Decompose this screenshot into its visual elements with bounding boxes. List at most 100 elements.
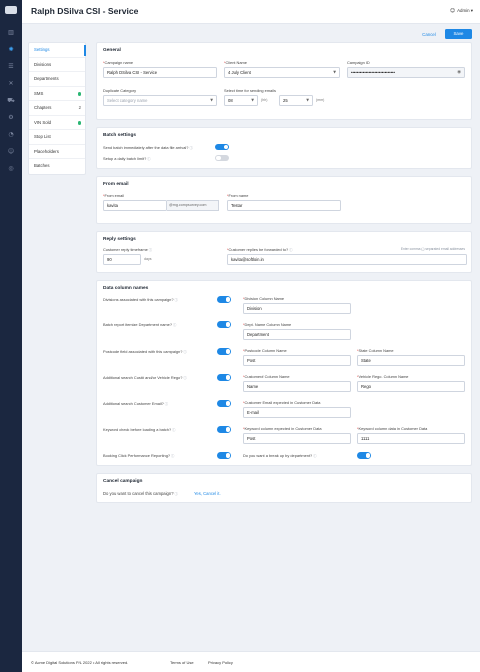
rego-column-input[interactable]: Rego bbox=[357, 381, 465, 392]
division-column-input[interactable]: Division bbox=[243, 303, 351, 314]
state-column-input[interactable]: State bbox=[357, 355, 465, 366]
keyword-check-question: Keyword check before loading a batch?ⓘ bbox=[103, 427, 176, 432]
subnav-label: Batches bbox=[34, 163, 50, 168]
subnav-item-settings[interactable]: Settings bbox=[29, 43, 86, 58]
app-logo bbox=[5, 6, 17, 14]
info-icon: ⓘ bbox=[183, 350, 187, 354]
page-title: Ralph DSilva CSI - Service bbox=[31, 6, 139, 16]
chevron-down-icon: ▼ bbox=[333, 70, 336, 74]
postcode-toggle[interactable] bbox=[217, 348, 231, 355]
from-email-card: From email *From email kavita @mg.compsu… bbox=[96, 176, 472, 224]
info-icon: ⓘ bbox=[172, 428, 176, 432]
forward-email-input[interactable]: kavita@softloin.in bbox=[227, 254, 467, 265]
reply-heading: Reply settings bbox=[103, 237, 136, 242]
subnav-item-batches[interactable]: Batches bbox=[29, 159, 85, 174]
duplicate-category-select[interactable]: Select category name ▼ bbox=[103, 95, 217, 106]
eye-icon[interactable]: ◉ bbox=[457, 68, 461, 77]
hour-unit: (hh) bbox=[261, 98, 268, 102]
gauge-icon[interactable]: ◔ bbox=[0, 126, 22, 143]
target-icon[interactable]: ◎ bbox=[0, 160, 22, 177]
reply-timeframe-input[interactable]: 90 bbox=[103, 254, 141, 265]
send-time-label: Select time for sending emails bbox=[224, 88, 276, 93]
duplicate-category-placeholder: Select category name bbox=[107, 98, 148, 103]
booking-click-toggle[interactable] bbox=[217, 452, 231, 459]
state-column-label: *State Column Name bbox=[357, 348, 394, 353]
user-menu[interactable]: ☺ Admin ▾ bbox=[450, 8, 473, 14]
campaign-icon[interactable]: ✺ bbox=[0, 41, 22, 58]
cancel-campaign-link[interactable]: Yes, Cancel it. bbox=[194, 491, 221, 496]
reply-timeframe-label: Customer reply timeframeⓘ bbox=[103, 247, 153, 252]
hour-select[interactable]: 08 ▼ bbox=[224, 95, 258, 106]
subnav-item-placeholders[interactable]: Placeholders bbox=[29, 145, 85, 159]
chevron-down-icon: ▼ bbox=[306, 98, 309, 102]
cust-email-toggle[interactable] bbox=[217, 400, 231, 407]
cust-rego-toggle[interactable] bbox=[217, 374, 231, 381]
subnav-item-chapters[interactable]: Chapters 2 bbox=[29, 101, 85, 116]
tools-icon[interactable]: ✕ bbox=[0, 75, 22, 92]
chevron-down-icon: ▼ bbox=[210, 98, 213, 102]
client-name-select[interactable]: 4 July Client ▼ bbox=[224, 67, 340, 78]
from-email-heading: From email bbox=[103, 182, 129, 187]
keyword-check-toggle[interactable] bbox=[217, 426, 231, 433]
from-email-label: *From email bbox=[103, 193, 124, 198]
settings-icon[interactable]: ⚙ bbox=[0, 109, 22, 126]
keyword-expected-input[interactable]: Post bbox=[243, 433, 351, 444]
data-column-names-card: Data column names Divisions associated w… bbox=[96, 280, 472, 466]
cancel-button[interactable]: Cancel bbox=[422, 32, 436, 37]
keyword-data-input[interactable]: 1111 bbox=[357, 433, 465, 444]
division-column-label: *Division Column Name bbox=[243, 296, 285, 301]
cust-rego-question: Additional search Cust# and/or Vehicle R… bbox=[103, 375, 187, 380]
subnav-label: Divisions bbox=[34, 61, 52, 67]
terms-link[interactable]: Terms of Use bbox=[170, 660, 194, 665]
campaign-id-value: •••••••••••••••••••••••••••••• bbox=[351, 70, 395, 75]
user-name: Admin bbox=[457, 8, 470, 13]
send-batch-toggle[interactable] bbox=[215, 143, 229, 150]
divisions-toggle[interactable] bbox=[217, 296, 231, 303]
breakup-question: Do you want a break up by department?ⓘ bbox=[243, 453, 317, 458]
subnav-item-vin-sold[interactable]: VIN Sold bbox=[29, 116, 85, 130]
cancel-campaign-heading: Cancel campaign bbox=[103, 479, 143, 484]
subnav-item-stop-list[interactable]: Stop List bbox=[29, 130, 85, 145]
booking-click-question: Booking Click Performance Reporting?ⓘ bbox=[103, 453, 175, 458]
customer-column-label: *Customer# Column Name bbox=[243, 374, 290, 379]
cust-email-column-input[interactable]: E-mail bbox=[243, 407, 351, 418]
batch-settings-card: Batch settings Send batch immediately af… bbox=[96, 127, 472, 169]
subnav-item-divisions[interactable]: Divisions bbox=[29, 58, 85, 72]
cancel-campaign-card: Cancel campaign Do you want to cancel th… bbox=[96, 473, 472, 503]
from-name-input[interactable]: Testar bbox=[227, 200, 341, 211]
chevron-down-icon: ▾ bbox=[470, 8, 473, 13]
user-plus-icon[interactable]: ☺ bbox=[0, 143, 22, 160]
postcode-question: Postcode field associated with this camp… bbox=[103, 349, 187, 354]
subnav-item-departments[interactable]: Departments bbox=[29, 72, 85, 87]
customer-column-input[interactable]: Name bbox=[243, 381, 351, 392]
department-toggle[interactable] bbox=[217, 321, 231, 328]
form-actions: Cancel Save bbox=[422, 29, 472, 39]
minute-select[interactable]: 25 ▼ bbox=[279, 95, 313, 106]
campaign-name-input[interactable]: Ralph DSilva CSI - Service bbox=[103, 67, 217, 78]
chart-icon[interactable]: ▥ bbox=[0, 24, 22, 41]
cancel-campaign-question: Do you want to cancel this campaign?ⓘ bbox=[103, 491, 178, 496]
subnav-label: SMS bbox=[34, 90, 44, 96]
list-icon[interactable]: ☰ bbox=[0, 58, 22, 75]
general-heading: General bbox=[103, 48, 121, 53]
subnav-item-sms[interactable]: SMS bbox=[29, 87, 85, 101]
postcode-column-input[interactable]: Post bbox=[243, 355, 351, 366]
count-badge: 2 bbox=[78, 105, 81, 110]
from-email-input[interactable]: kavita bbox=[103, 200, 167, 211]
keyword-data-label: *Keyword column data in Customer Data bbox=[357, 426, 428, 431]
info-icon: ⓘ bbox=[171, 454, 175, 458]
dept-column-input[interactable]: Department bbox=[243, 329, 351, 340]
breakup-toggle[interactable] bbox=[357, 452, 371, 459]
client-name-value: 4 July Client bbox=[228, 70, 251, 75]
daily-limit-toggle[interactable] bbox=[215, 154, 229, 161]
daily-limit-question: Setup a daily batch limit?ⓘ bbox=[103, 156, 151, 161]
info-icon: ⓘ bbox=[148, 248, 153, 252]
info-icon: ⓘ bbox=[172, 323, 177, 327]
truck-icon[interactable]: ⛟ bbox=[0, 92, 22, 109]
campaign-id-label: Campaign ID bbox=[347, 60, 370, 65]
forward-label: *Customer replies be forwarded to?ⓘ bbox=[227, 247, 293, 252]
general-card: General *Campaign name Ralph DSilva CSI … bbox=[96, 42, 472, 120]
privacy-link[interactable]: Privacy Policy bbox=[208, 660, 233, 665]
save-button[interactable]: Save bbox=[445, 29, 472, 39]
settings-subnav: Settings Divisions Departments SMS Chapt… bbox=[28, 42, 86, 175]
